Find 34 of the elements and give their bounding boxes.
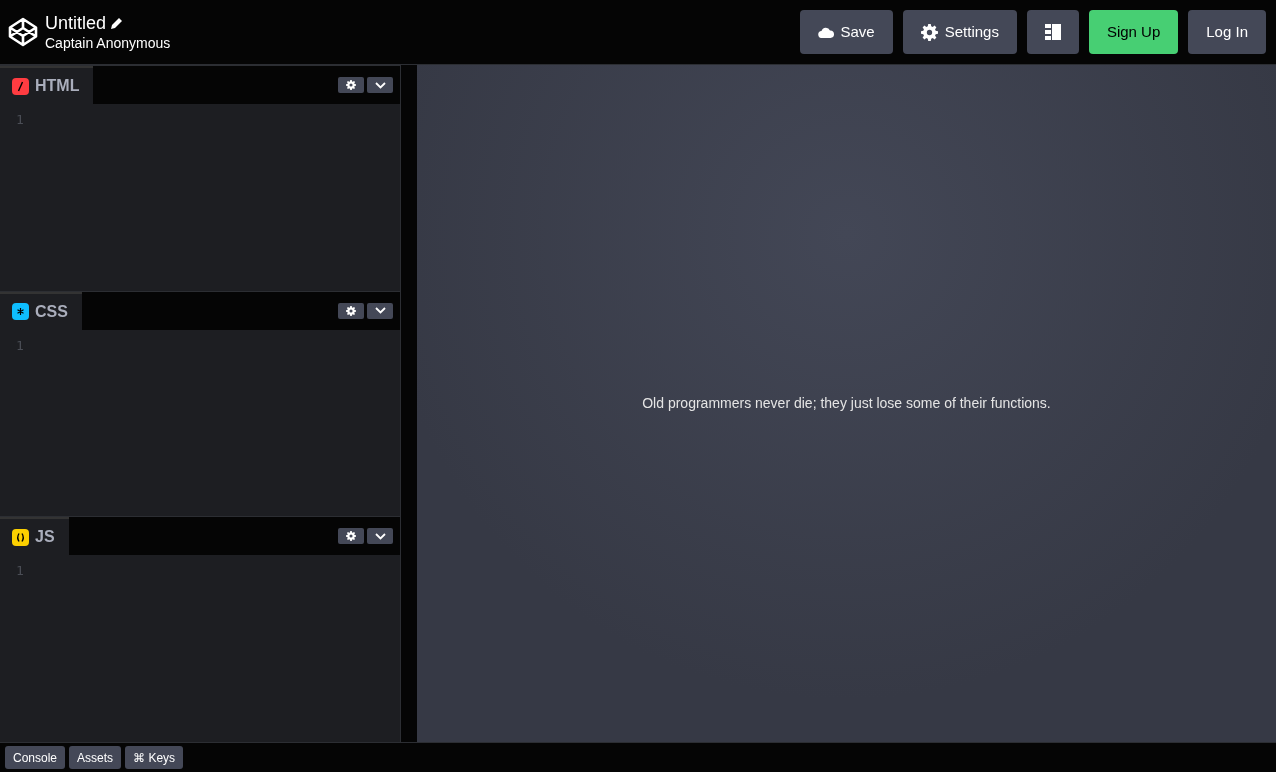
braces-icon	[12, 528, 29, 546]
settings-button[interactable]	[337, 77, 364, 93]
chevron-down-icon	[374, 532, 386, 540]
footer-button[interactable]: Assets	[69, 746, 122, 769]
editor-tab[interactable]: CSS	[0, 291, 82, 330]
slash-icon	[12, 77, 29, 95]
gear-icon	[345, 80, 356, 90]
collapse-button[interactable]	[367, 77, 393, 93]
editor-tab[interactable]: JS	[0, 517, 69, 556]
collapse-button[interactable]	[367, 302, 393, 319]
cloud-icon	[817, 26, 834, 38]
toolbar-button[interactable]: Sign Up	[1088, 10, 1179, 54]
settings-button[interactable]	[337, 302, 364, 319]
editor-tab[interactable]: HTML	[0, 66, 94, 104]
toolbar-button[interactable]: Settings	[902, 10, 1017, 54]
toolbar-button[interactable]: Save	[799, 10, 893, 54]
collapse-button[interactable]	[367, 528, 393, 545]
gear-icon	[345, 531, 356, 542]
footer-button[interactable]: ⌘ Keys	[125, 746, 184, 769]
footer-button[interactable]: Console	[5, 746, 66, 769]
layout-icon	[1044, 24, 1061, 40]
chevron-down-icon	[374, 81, 386, 89]
gear-icon	[345, 305, 356, 316]
pen-title: Untitled	[45, 12, 107, 34]
toolbar-button[interactable]: Log In	[1188, 10, 1266, 54]
gear-icon	[920, 23, 938, 41]
layout-button[interactable]	[1026, 10, 1079, 54]
cube-logo-icon[interactable]	[8, 17, 38, 47]
asterisk-icon	[12, 303, 29, 321]
preview-text: Old programmers never die; they just lose some of their functions.	[642, 394, 1051, 413]
pencil-icon[interactable]	[109, 16, 123, 30]
settings-button[interactable]	[337, 528, 364, 545]
chevron-down-icon	[374, 307, 386, 315]
author-name: Captain Anonymous	[45, 34, 171, 52]
